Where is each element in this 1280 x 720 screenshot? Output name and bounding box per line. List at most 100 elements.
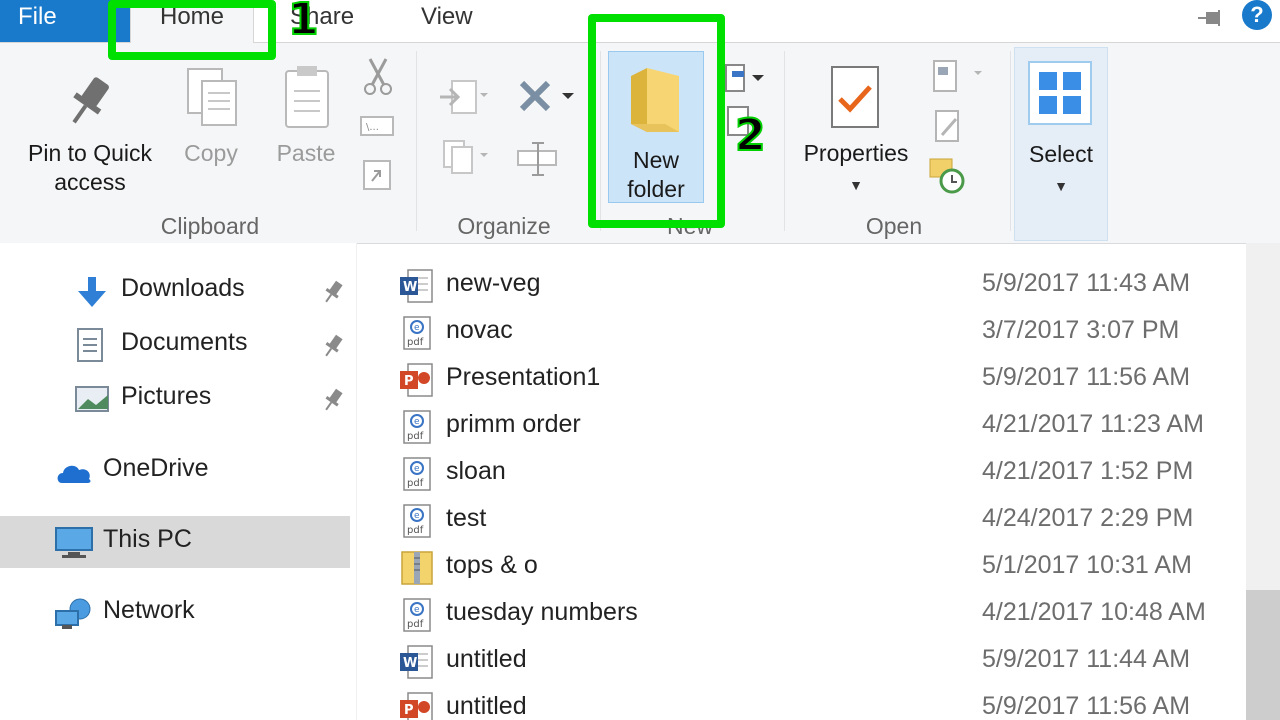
paste-icon — [285, 66, 329, 128]
pin-to-quick-access-button[interactable]: Pin to Quick access — [14, 139, 166, 197]
copy-path-icon[interactable]: \... — [360, 115, 394, 137]
network-icon — [55, 598, 91, 629]
file-date-modified: 5/9/2017 11:56 AM — [982, 363, 1191, 391]
properties-button[interactable]: Properties ▼ — [794, 139, 918, 200]
properties-label: Properties — [803, 140, 909, 166]
file-name: tuesday numbers — [446, 598, 638, 626]
file-row[interactable]: e pdf sloan 4/21/2017 1:52 PM — [382, 448, 1240, 495]
svg-text:P: P — [404, 703, 414, 718]
file-row[interactable]: P Presentation1 5/9/2017 11:56 AM — [382, 354, 1240, 401]
history-icon[interactable] — [928, 155, 968, 195]
group-label-new: New — [666, 213, 713, 239]
file-row[interactable]: e pdf test 4/24/2017 2:29 PM — [382, 495, 1240, 542]
pictures-icon — [75, 386, 109, 412]
new-item-icon[interactable] — [722, 61, 766, 97]
file-name: Presentation1 — [446, 363, 601, 391]
move-to-icon[interactable] — [436, 77, 490, 117]
file-row[interactable]: tops & o 5/1/2017 10:31 AM — [382, 542, 1240, 589]
file-row[interactable]: Puntitled 5/9/2017 11:56 AM — [382, 683, 1240, 720]
file-name: novac — [446, 316, 513, 344]
cut-icon[interactable] — [362, 57, 394, 97]
new-folder-button[interactable]: New folder — [608, 51, 704, 203]
file-date-modified: 3/7/2017 3:07 PM — [982, 316, 1180, 344]
properties-dropdown-icon: ▼ — [849, 177, 863, 193]
sidebar-item-downloads[interactable]: Downloads — [0, 265, 350, 317]
group-label-clipboard: Clipboard — [160, 213, 260, 239]
delete-icon[interactable] — [518, 77, 578, 117]
sidebar-label-downloads: Downloads — [121, 274, 245, 302]
file-name: untitled — [446, 645, 527, 673]
sidebar-item-documents[interactable]: Documents — [0, 319, 350, 371]
navigation-pane: Downloads Documents Pictures OneDrive Th… — [0, 243, 357, 720]
file-name: untitled — [446, 692, 527, 720]
sidebar-item-this-pc[interactable]: This PC — [0, 516, 350, 568]
svg-text:e: e — [414, 511, 420, 521]
svg-text:e: e — [414, 323, 420, 333]
select-dropdown-icon: ▼ — [1054, 178, 1068, 194]
sidebar-label-onedrive: OneDrive — [103, 454, 209, 482]
copy-icon — [187, 68, 237, 126]
tab-home[interactable]: Home — [130, 0, 254, 43]
pdf-icon: e pdf — [400, 315, 434, 351]
sidebar-label-network: Network — [103, 596, 195, 624]
pin-label-line2: access — [54, 169, 126, 195]
sidebar-label-documents: Documents — [121, 328, 248, 356]
open-icon[interactable] — [930, 57, 990, 97]
pinned-icon — [325, 334, 343, 357]
svg-text:P: P — [404, 374, 414, 389]
file-date-modified: 4/24/2017 2:29 PM — [982, 504, 1194, 532]
sidebar-item-network[interactable]: Network — [0, 587, 350, 639]
file-row[interactable]: e pdf novac 3/7/2017 3:07 PM — [382, 307, 1240, 354]
select-all-icon — [1028, 61, 1092, 125]
svg-text:pdf: pdf — [407, 478, 424, 489]
pin-label-line1: Pin to Quick — [28, 140, 152, 166]
copy-button[interactable]: Copy — [172, 139, 250, 168]
file-row[interactable]: e pdf tuesday numbers 4/21/2017 10:48 AM — [382, 589, 1240, 636]
new-folder-label-line2: folder — [627, 176, 685, 202]
paste-shortcut-icon[interactable] — [362, 157, 392, 191]
file-row[interactable]: e pdf primm order 4/21/2017 11:23 AM — [382, 401, 1240, 448]
file-date-modified: 5/9/2017 11:56 AM — [982, 692, 1191, 720]
svg-text:e: e — [414, 417, 420, 427]
this-pc-icon — [55, 527, 93, 558]
file-date-modified: 5/9/2017 11:43 AM — [982, 269, 1191, 297]
downloads-icon — [78, 277, 106, 307]
scrollbar-thumb[interactable] — [1246, 590, 1280, 720]
sidebar-item-onedrive[interactable]: OneDrive — [0, 445, 350, 497]
svg-text:e: e — [414, 464, 420, 474]
ribbon-separator — [600, 51, 601, 231]
tab-view[interactable]: View — [421, 0, 473, 42]
group-label-open: Open — [865, 213, 923, 239]
properties-icon — [831, 66, 879, 128]
file-date-modified: 5/1/2017 10:31 AM — [982, 551, 1192, 579]
pdf-icon: e pdf — [400, 597, 434, 633]
ribbon: Pin to Quick access Copy Paste \... Clip… — [0, 42, 1280, 244]
svg-text:pdf: pdf — [407, 525, 424, 536]
paste-button[interactable]: Paste — [268, 139, 344, 168]
file-name: sloan — [446, 457, 506, 485]
sidebar-label-pictures: Pictures — [121, 382, 212, 410]
file-date-modified: 4/21/2017 1:52 PM — [982, 457, 1194, 485]
edit-icon[interactable] — [932, 107, 966, 147]
file-name: new-veg — [446, 269, 541, 297]
file-date-modified: 4/21/2017 10:48 AM — [982, 598, 1206, 626]
file-name: test — [446, 504, 487, 532]
file-date-modified: 4/21/2017 11:23 AM — [982, 410, 1204, 438]
select-button[interactable]: Select ▼ — [1014, 47, 1108, 241]
file-row[interactable]: Wnew-veg 5/9/2017 11:43 AM — [382, 260, 1240, 307]
pin-ribbon-icon[interactable] — [1196, 4, 1224, 32]
file-row[interactable]: Wuntitled 5/9/2017 11:44 AM — [382, 636, 1240, 683]
help-icon[interactable]: ? — [1242, 0, 1272, 30]
tab-file[interactable]: File — [0, 0, 130, 42]
documents-icon — [77, 328, 103, 362]
pin-icon — [72, 77, 109, 124]
menu-bar: File Home Share View ? — [0, 0, 1280, 43]
select-label: Select — [1029, 141, 1093, 167]
callout-step-1: 1 — [287, 0, 320, 46]
sidebar-item-pictures[interactable]: Pictures — [0, 373, 350, 425]
svg-text:W: W — [403, 280, 417, 295]
rename-icon[interactable] — [516, 141, 558, 177]
new-folder-icon — [631, 68, 679, 132]
zip-icon — [400, 550, 434, 586]
copy-to-icon[interactable] — [436, 137, 490, 177]
